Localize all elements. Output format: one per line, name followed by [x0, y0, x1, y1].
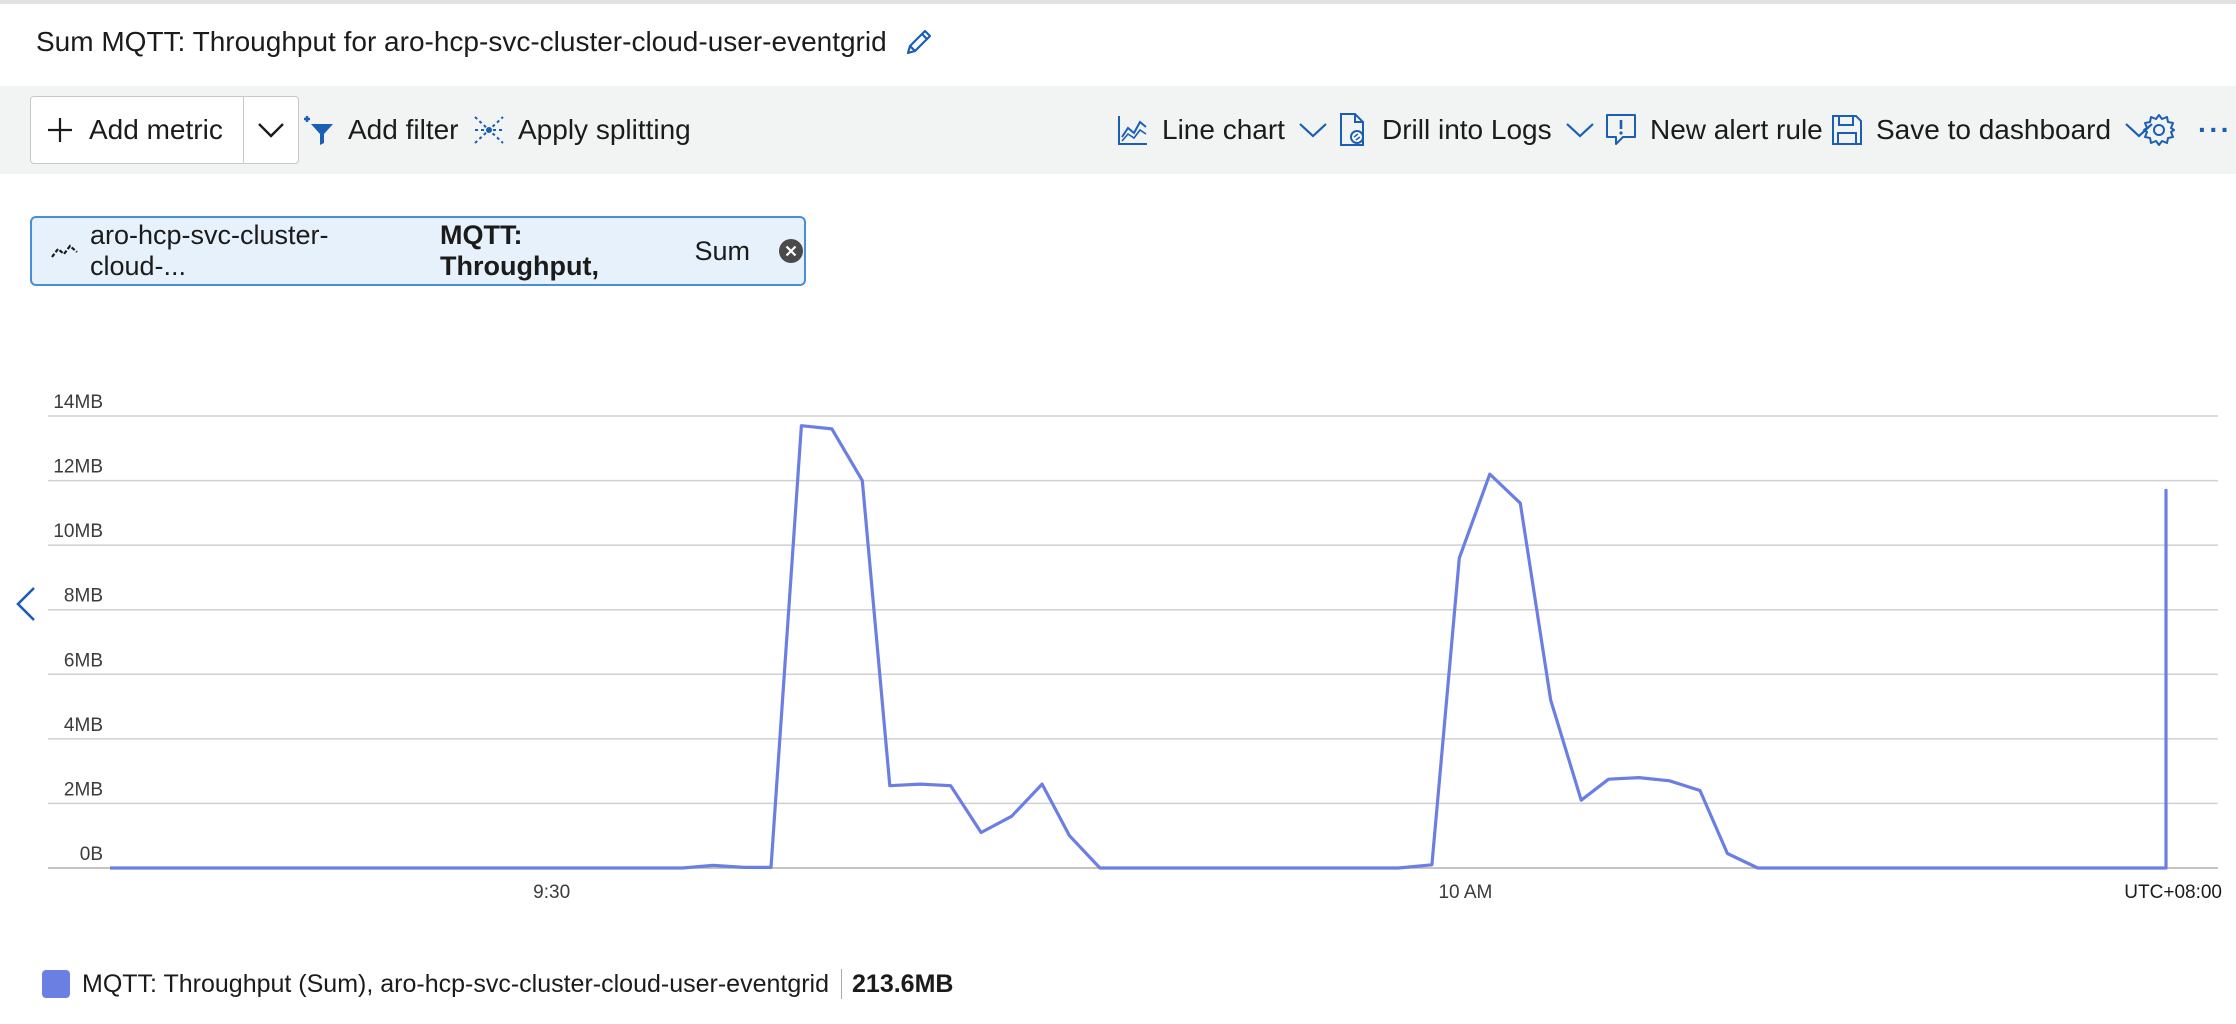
save-to-dashboard-label: Save to dashboard: [1876, 114, 2112, 145]
new-alert-rule-label: New alert rule: [1650, 114, 1823, 145]
throughput-line-chart: 0B2MB4MB6MB8MB10MB12MB14MB9:3010 AM10:30…: [48, 392, 2222, 903]
more-options-button[interactable]: ···: [2198, 86, 2232, 174]
y-tick-label: 14MB: [53, 392, 103, 413]
filter-add-icon: [304, 116, 333, 145]
remove-metric-close-icon[interactable]: [778, 238, 804, 264]
legend-series-label: MQTT: Throughput (Sum), aro-hcp-svc-clus…: [82, 969, 830, 998]
add-metric-label: Add metric: [89, 114, 223, 145]
splitting-icon: [474, 116, 504, 144]
add-filter-button[interactable]: Add filter: [300, 86, 459, 174]
pill-aggregation: Sum: [694, 235, 750, 266]
y-tick-label: 8MB: [64, 586, 103, 607]
save-floppy-icon: [1832, 115, 1862, 145]
legend-total-value: 213.6MB: [852, 969, 954, 998]
top-border: [0, 0, 2236, 4]
settings-button[interactable]: [2142, 86, 2176, 174]
y-tick-label: 4MB: [64, 715, 103, 736]
pill-resource-name: aro-hcp-svc-cluster-cloud-...: [90, 220, 329, 281]
drill-into-logs-label: Drill into Logs: [1382, 114, 1552, 145]
metrics-toolbar: Add metric Add filter Apply splitting Li…: [0, 86, 2236, 174]
line-chart-dropdown[interactable]: Line chart: [1116, 86, 1329, 174]
legend-divider: [841, 969, 843, 999]
y-tick-label: 10MB: [53, 521, 103, 542]
chart-legend: MQTT: Throughput (Sum), aro-hcp-svc-clus…: [42, 964, 953, 1004]
alert-rule-icon: [1606, 114, 1636, 145]
chevron-down-icon: [1565, 123, 1594, 138]
plus-icon: [48, 118, 72, 142]
line-chart-icon: [1118, 116, 1147, 145]
add-metric-button[interactable]: Add metric: [31, 97, 243, 163]
x-tick-label: 9:30: [533, 882, 570, 903]
apply-splitting-button[interactable]: Apply splitting: [472, 86, 691, 174]
apply-splitting-label: Apply splitting: [518, 114, 691, 145]
logs-document-icon: [1340, 113, 1364, 146]
legend-color-swatch: [42, 970, 70, 998]
metric-selector-pill[interactable]: aro-hcp-svc-cluster-cloud-... MQTT: Thro…: [30, 216, 806, 286]
y-tick-label: 2MB: [64, 779, 103, 800]
chevron-down-icon: [257, 123, 284, 138]
chart-title: Sum MQTT: Throughput for aro-hcp-svc-clu…: [36, 26, 887, 57]
x-tick-label: 10 AM: [1438, 882, 1492, 903]
add-metric-split-button: Add metric: [30, 96, 299, 164]
y-tick-label: 6MB: [64, 650, 103, 671]
add-metric-dropdown-button[interactable]: [242, 97, 298, 163]
chart-title-row: Sum MQTT: Throughput for aro-hcp-svc-clu…: [36, 20, 937, 64]
y-tick-label: 12MB: [53, 457, 103, 478]
metric-line-icon: [50, 236, 80, 266]
chevron-down-icon: [1299, 123, 1327, 138]
new-alert-rule-button[interactable]: New alert rule: [1604, 86, 1823, 174]
save-to-dashboard-dropdown[interactable]: Save to dashboard: [1830, 86, 2155, 174]
pencil-icon[interactable]: [901, 24, 937, 60]
gear-icon: [2143, 114, 2175, 146]
drill-into-logs-dropdown[interactable]: Drill into Logs: [1336, 86, 1596, 174]
y-tick-label: 0B: [80, 844, 103, 865]
line-chart-label: Line chart: [1162, 114, 1285, 145]
series-line: [110, 424, 2168, 870]
timezone-label: UTC+08:00: [2124, 882, 2222, 903]
pill-metric-name: MQTT: Throughput,: [440, 220, 599, 281]
add-filter-label: Add filter: [348, 114, 459, 145]
